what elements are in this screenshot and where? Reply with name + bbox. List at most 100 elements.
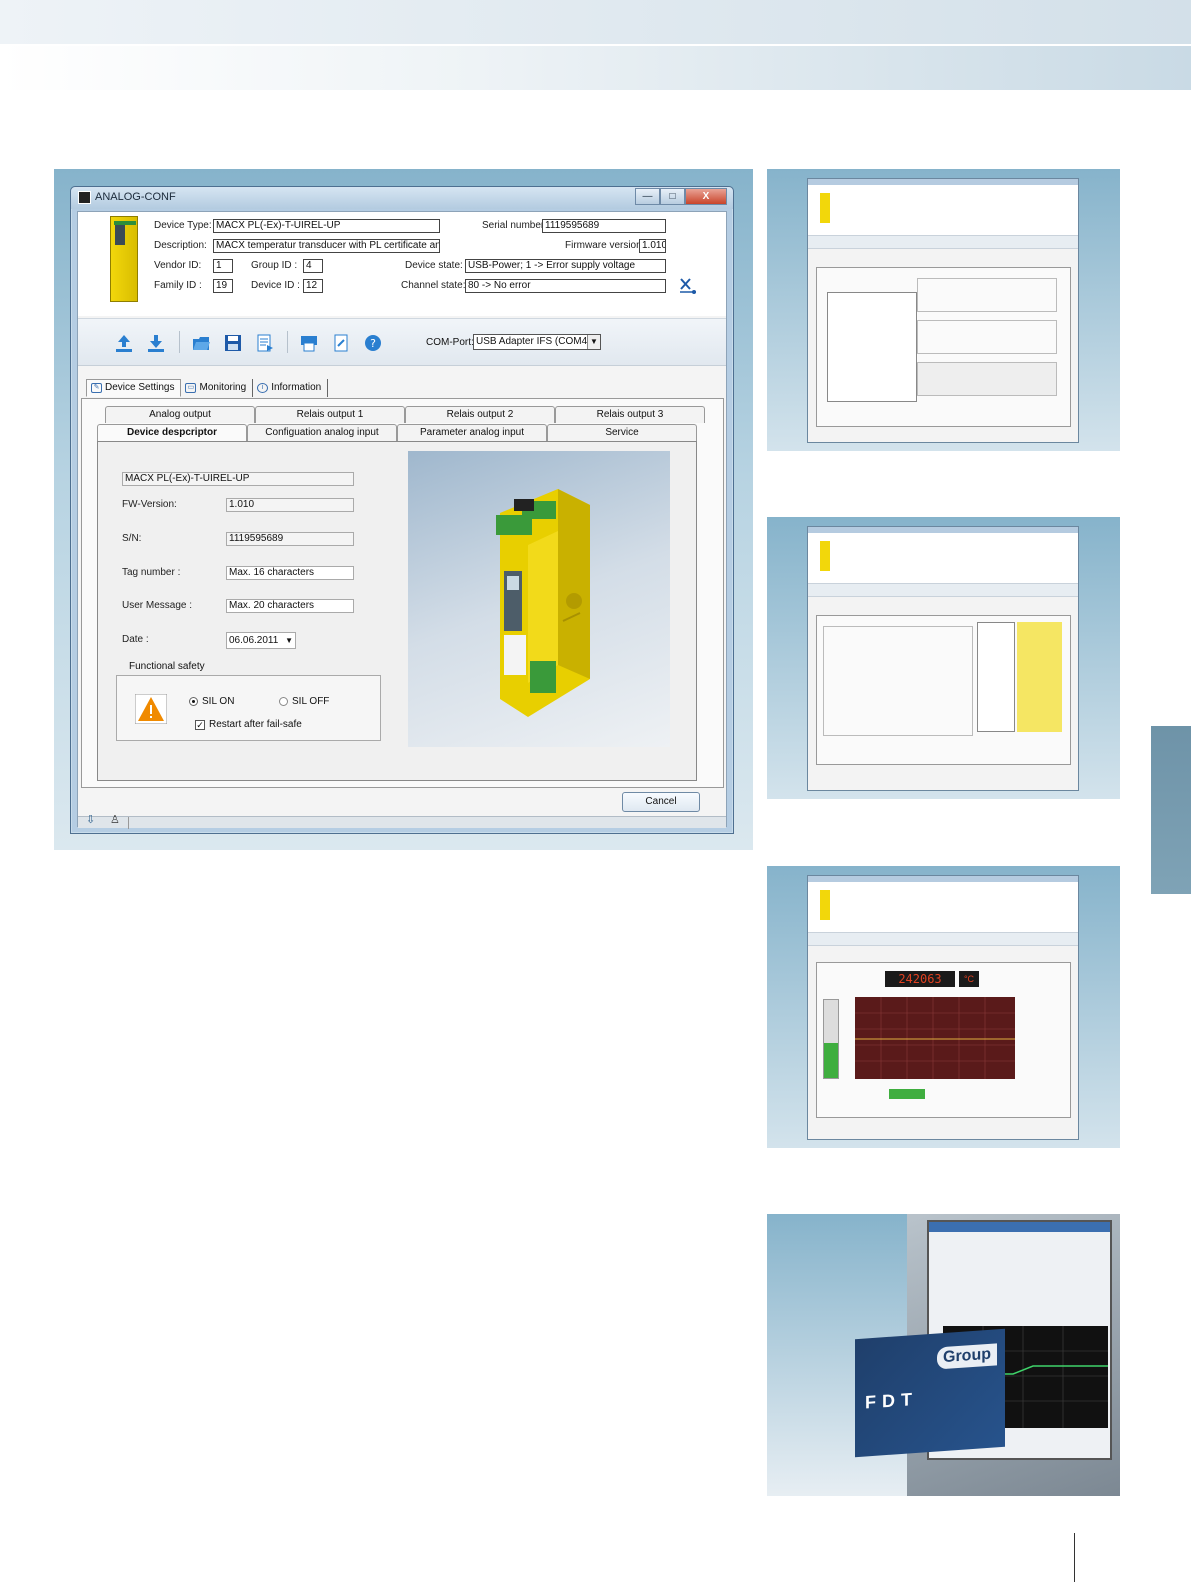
download-icon[interactable] (146, 333, 166, 353)
vendor-id-label: Vendor ID: (154, 260, 202, 271)
device-id-field: 12 (303, 279, 323, 293)
user-message-input[interactable]: Max. 20 characters (226, 599, 354, 613)
device-info-header: Device Type: MACX PL(-Ex)-T-UIREL-UP Des… (78, 212, 726, 316)
device-state-label: Device state: (405, 260, 463, 271)
screen-titlebar (929, 1222, 1110, 1232)
tab-information[interactable]: i Information (253, 379, 329, 397)
warning-icon (135, 694, 167, 724)
user-icon[interactable]: ♙ (110, 813, 120, 826)
tag-number-label: Tag number : (122, 567, 181, 578)
minimize-button[interactable]: — (635, 188, 660, 205)
restart-label: Restart after fail-safe (209, 719, 302, 730)
print-preview-icon[interactable] (299, 333, 319, 353)
temperature-unit: °C (959, 971, 979, 987)
thumbnail-fdt-laptop: Group FDT (767, 1214, 1120, 1496)
mini-toolbar (808, 932, 1078, 946)
output-group (917, 362, 1057, 396)
com-port-select[interactable]: USB Adapter IFS (COM4) ▼ (473, 334, 601, 350)
com-port-label: COM-Port: (426, 337, 474, 348)
input-group (917, 320, 1057, 354)
mini-header (808, 533, 1078, 583)
monitor-icon: ▭ (185, 383, 197, 393)
serial-number-field: 1119595689 (542, 219, 666, 233)
tab-label: Device Settings (105, 382, 175, 393)
sil-off-radio[interactable]: SIL OFF (279, 696, 329, 707)
tab-analog-output[interactable]: Analog output (105, 406, 255, 423)
tab-service[interactable]: Service (547, 424, 697, 442)
analog-conf-window: ANALOG-CONF — □ X Device Type: MACX PL(-… (70, 186, 734, 834)
toolbar-separator (287, 331, 288, 353)
device-thumbnail (110, 216, 138, 302)
mini-content: 242063 °C (816, 962, 1071, 1118)
mini-content (816, 615, 1071, 765)
radio-selected-icon[interactable] (189, 697, 198, 706)
tab-device-settings[interactable]: ✎ Device Settings (86, 379, 182, 397)
upload-icon[interactable] (114, 333, 134, 353)
tab-relais-output-3[interactable]: Relais output 3 (555, 406, 705, 423)
functional-safety-group: SIL ON SIL OFF ✓ Restart after fail-safe (116, 675, 381, 741)
mode-group (917, 278, 1057, 312)
mini-header (808, 882, 1078, 932)
chevron-down-icon[interactable]: ▼ (587, 335, 600, 349)
firmware-version-field: 1.010 (639, 239, 666, 253)
user-message-label: User Message : (122, 600, 193, 611)
firmware-version-label: Firmware version: (565, 240, 645, 251)
tab-parameter-analog-input[interactable]: Parameter analog input (397, 424, 547, 442)
close-button[interactable]: X (685, 188, 727, 205)
checkbox-checked-icon[interactable]: ✓ (195, 719, 205, 730)
tab-relais-output-2[interactable]: Relais output 2 (405, 406, 555, 423)
device-type-label: Device Type: (154, 220, 212, 231)
tag-number-input[interactable]: Max. 16 characters (226, 566, 354, 580)
family-id-field: 19 (213, 279, 233, 293)
functional-safety-title: Functional safety (129, 661, 205, 672)
subtab-row-1: Analog output Relais output 1 Relais out… (105, 406, 705, 423)
cancel-button[interactable]: Cancel (622, 792, 700, 812)
toolbar-separator (179, 331, 180, 353)
device-thumbnail (820, 193, 830, 223)
thumbnail-parameter-input (767, 517, 1120, 799)
help-icon[interactable]: ? (363, 333, 383, 353)
date-label: Date : (122, 634, 149, 645)
relay-diagram (827, 292, 917, 402)
mini-header (808, 185, 1078, 235)
maximize-button[interactable]: □ (660, 188, 685, 205)
date-picker[interactable]: 06.06.2011 ▼ (226, 632, 296, 649)
window-title: ANALOG-CONF (95, 191, 176, 203)
save-icon[interactable] (223, 333, 243, 353)
mini-content (816, 267, 1071, 427)
temperature-readout: 242063 (885, 971, 955, 987)
fdt-card: Group FDT (855, 1328, 1005, 1458)
family-id-label: Family ID : (154, 280, 202, 291)
fw-version-label: FW-Version: (122, 499, 177, 510)
tab-configuration-analog-input[interactable]: Configuation analog input (247, 424, 397, 442)
device-descriptor-panel: MACX PL(-Ex)-T-UIREL-UP FW-Version: 1.01… (97, 441, 697, 781)
device-id-label: Device ID : (251, 280, 300, 291)
report-icon[interactable] (255, 333, 275, 353)
window-titlebar[interactable]: ANALOG-CONF — □ X (71, 187, 733, 209)
connection-icon[interactable]: ⇩ (86, 813, 95, 826)
page-number-rule (1074, 1533, 1075, 1582)
open-folder-icon[interactable] (191, 333, 211, 353)
window-client: Device Type: MACX PL(-Ex)-T-UIREL-UP Des… (77, 211, 727, 829)
restart-checkbox[interactable]: ✓ Restart after fail-safe (195, 719, 302, 730)
device-thumbnail (820, 541, 830, 571)
main-tab-bar: ✎ Device Settings ▭ Monitoring i Informa… (86, 379, 329, 397)
fw-version-field: 1.010 (226, 498, 354, 512)
thumbnail-monitoring: 242063 °C (767, 866, 1120, 1148)
radio-empty-icon[interactable] (279, 697, 288, 706)
plc-dcs-area (1017, 622, 1062, 732)
mini-toolbar (808, 583, 1078, 597)
main-screenshot-panel: ANALOG-CONF — □ X Device Type: MACX PL(-… (54, 169, 753, 850)
subtab-row-2: Device despcriptor Configuation analog i… (97, 424, 697, 444)
sil-on-label: SIL ON (202, 696, 235, 707)
tab-relais-output-1[interactable]: Relais output 1 (255, 406, 405, 423)
disconnect-icon[interactable] (678, 276, 698, 296)
sil-on-radio[interactable]: SIL ON (189, 696, 234, 707)
tab-monitoring[interactable]: ▭ Monitoring (181, 379, 254, 397)
level-bar-fill (824, 1042, 838, 1078)
document-icon[interactable] (331, 333, 351, 353)
mini-toolbar (808, 235, 1078, 249)
status-bar: ⇩ ♙ (78, 813, 726, 829)
chevron-down-icon[interactable]: ▼ (285, 633, 293, 648)
mini-window (807, 178, 1079, 443)
